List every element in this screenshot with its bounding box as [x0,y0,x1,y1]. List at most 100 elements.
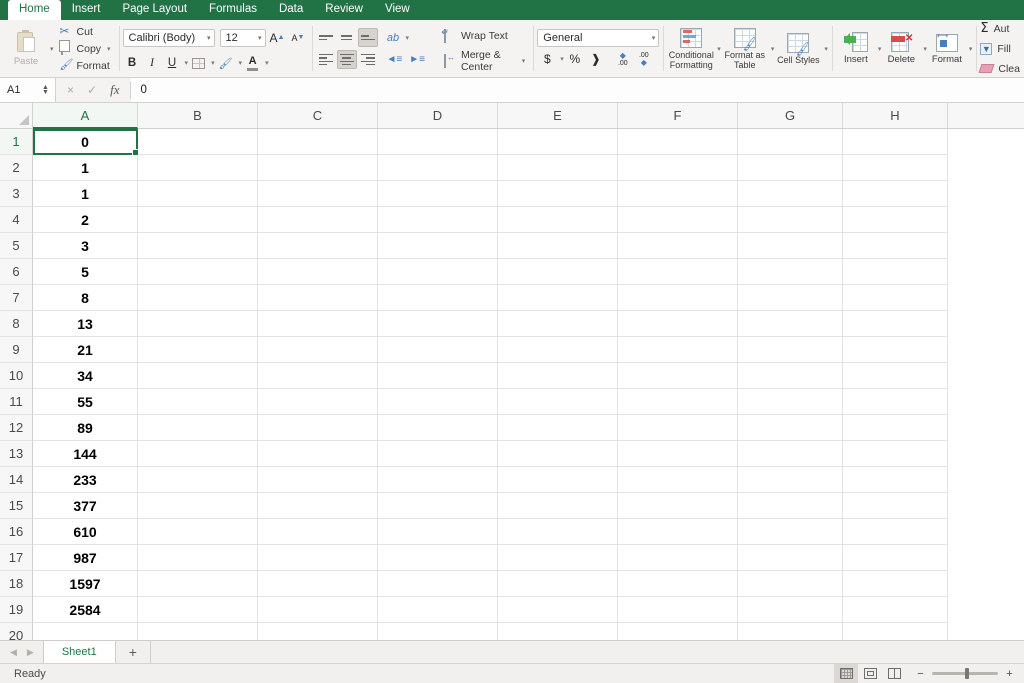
fill-color-button[interactable]: 🖌 [216,54,236,73]
cell-B1[interactable] [138,129,258,155]
cell-E14[interactable] [498,467,618,493]
row-header-11[interactable]: 11 [0,389,33,415]
decrease-decimal-button[interactable]: .00 ◆ [634,50,654,68]
cell-H9[interactable] [843,337,948,363]
cell-D7[interactable] [378,285,498,311]
conditional-formatting-button[interactable]: Conditional Formatting [667,27,715,70]
cell-G11[interactable] [738,389,843,415]
cell-C2[interactable] [258,155,378,181]
tab-page-layout[interactable]: Page Layout [111,0,198,20]
cell-D14[interactable] [378,467,498,493]
row-header-14[interactable]: 14 [0,467,33,493]
cell-B5[interactable] [138,233,258,259]
cell-E7[interactable] [498,285,618,311]
cell-G19[interactable] [738,597,843,623]
column-header-e[interactable]: E [498,103,618,128]
zoom-slider[interactable] [932,668,998,679]
cell-G3[interactable] [738,181,843,207]
cell-E3[interactable] [498,181,618,207]
cell-E10[interactable] [498,363,618,389]
cell-H3[interactable] [843,181,948,207]
cell-H6[interactable] [843,259,948,285]
cell-H12[interactable] [843,415,948,441]
cell-F4[interactable] [618,207,738,233]
clear-button[interactable]: Clea [978,60,1020,77]
cell-G7[interactable] [738,285,843,311]
formula-input[interactable]: 0 [131,78,1024,102]
cell-B2[interactable] [138,155,258,181]
column-header-c[interactable]: C [258,103,378,128]
autosum-button[interactable]: Σ Aut [980,20,1020,37]
cell-E15[interactable] [498,493,618,519]
cell-B20[interactable] [138,623,258,640]
cell-A10[interactable]: 34 [33,363,138,389]
cell-D13[interactable] [378,441,498,467]
cut-button[interactable]: ✂ Cut [58,23,115,40]
cell-B14[interactable] [138,467,258,493]
cell-A1[interactable]: 0 [33,129,138,155]
cell-G2[interactable] [738,155,843,181]
cell-C18[interactable] [258,571,378,597]
number-format-select[interactable]: General ▾ [537,29,660,47]
cell-A8[interactable]: 13 [33,311,138,337]
zoom-out-button[interactable]: − [916,668,925,680]
cell-D9[interactable] [378,337,498,363]
cell-A15[interactable]: 377 [33,493,138,519]
row-header-17[interactable]: 17 [0,545,33,571]
cell-H5[interactable] [843,233,948,259]
currency-dropdown-icon[interactable]: ▾ [560,55,564,63]
copy-button[interactable]: Copy ▾ [58,40,115,57]
cell-D6[interactable] [378,259,498,285]
tab-data[interactable]: Data [268,0,314,20]
cell-D11[interactable] [378,389,498,415]
cell-F17[interactable] [618,545,738,571]
cell-E2[interactable] [498,155,618,181]
cell-B3[interactable] [138,181,258,207]
insert-function-icon[interactable]: fx [110,82,119,98]
zoom-slider-thumb[interactable] [965,668,969,679]
cell-B10[interactable] [138,363,258,389]
cell-H20[interactable] [843,623,948,640]
cell-E19[interactable] [498,597,618,623]
cell-G20[interactable] [738,623,843,640]
copy-dropdown-icon[interactable]: ▾ [107,45,111,53]
cell-styles-button[interactable]: 🖌 Cell Styles [774,32,822,65]
borders-dropdown-icon[interactable]: ▾ [211,59,215,67]
borders-button[interactable] [189,54,208,73]
align-bottom-button[interactable] [357,28,378,47]
cell-A13[interactable]: 144 [33,441,138,467]
column-header-h[interactable]: H [843,103,948,128]
cell-C1[interactable] [258,129,378,155]
zoom-in-button[interactable]: + [1005,668,1014,680]
cell-D2[interactable] [378,155,498,181]
cell-E4[interactable] [498,207,618,233]
cell-C5[interactable] [258,233,378,259]
cell-G18[interactable] [738,571,843,597]
font-size-select[interactable]: 12 ▾ [219,28,266,47]
cell-E6[interactable] [498,259,618,285]
tab-view[interactable]: View [374,0,421,20]
cell-C9[interactable] [258,337,378,363]
select-all-button[interactable] [0,103,33,128]
cell-C10[interactable] [258,363,378,389]
cell-E8[interactable] [498,311,618,337]
cell-G14[interactable] [738,467,843,493]
underline-dropdown-icon[interactable]: ▾ [185,59,189,67]
cell-C6[interactable] [258,259,378,285]
cell-F1[interactable] [618,129,738,155]
cell-H10[interactable] [843,363,948,389]
cell-D15[interactable] [378,493,498,519]
cell-C16[interactable] [258,519,378,545]
tab-home[interactable]: Home [8,0,61,20]
cell-H4[interactable] [843,207,948,233]
align-center-button[interactable] [336,50,357,69]
cell-B18[interactable] [138,571,258,597]
paste-dropdown-icon[interactable]: ▾ [50,45,54,53]
row-header-1[interactable]: 1 [0,129,33,155]
row-header-16[interactable]: 16 [0,519,33,545]
cell-H8[interactable] [843,311,948,337]
cell-A7[interactable]: 8 [33,285,138,311]
cell-A20[interactable] [33,623,138,640]
cell-B7[interactable] [138,285,258,311]
align-right-button[interactable] [358,50,378,69]
